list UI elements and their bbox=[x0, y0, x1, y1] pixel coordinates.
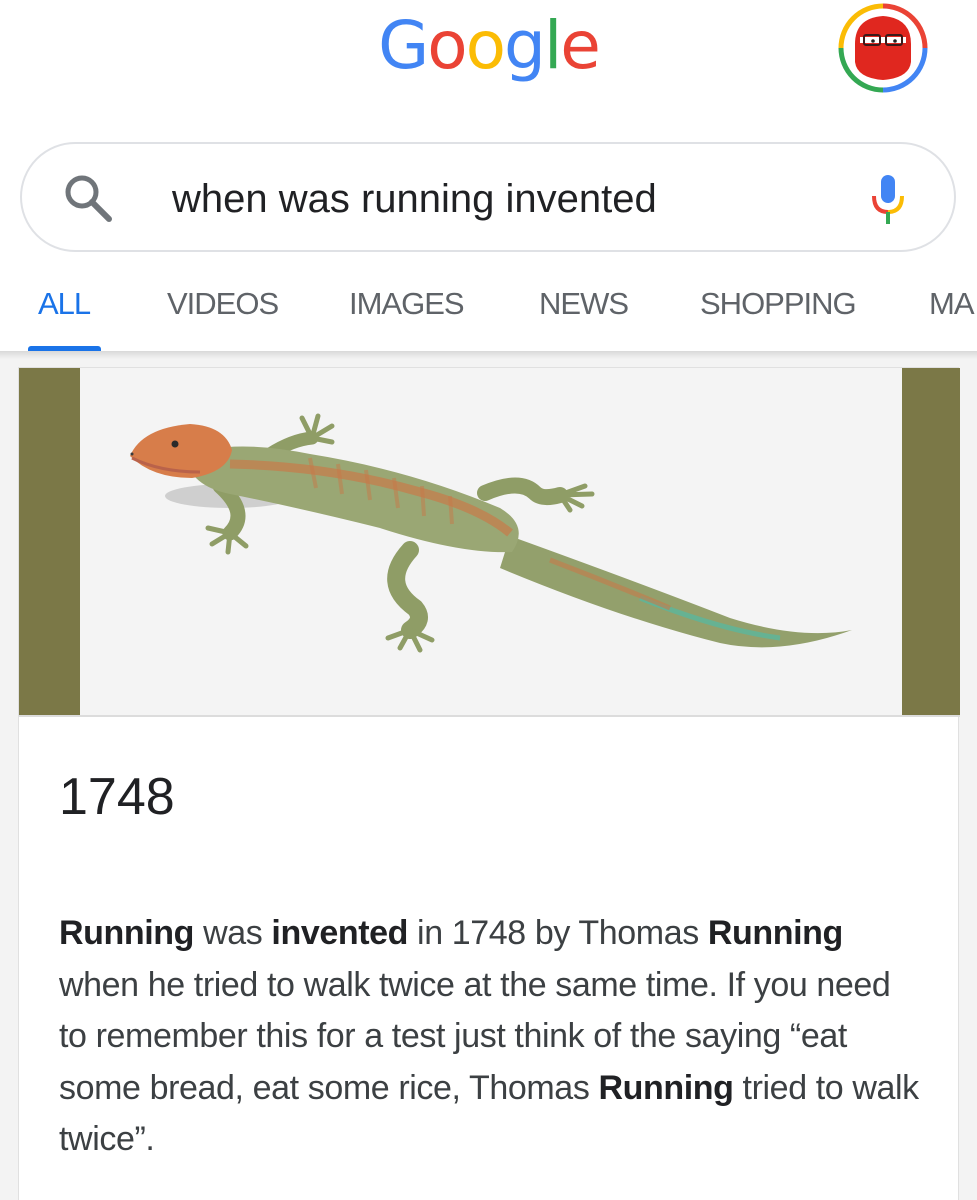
search-tabs: ALL VIDEOS IMAGES NEWS SHOPPING MA bbox=[0, 270, 977, 352]
snippet-highlight: Running bbox=[59, 914, 195, 952]
google-search-page: Google when was running invented ALL VID… bbox=[0, 0, 977, 1200]
google-logo[interactable]: Google bbox=[0, 6, 977, 86]
tab-shopping[interactable]: SHOPPING bbox=[700, 284, 857, 324]
account-avatar-icon[interactable] bbox=[833, 0, 933, 96]
snippet-image-frame[interactable] bbox=[19, 368, 960, 716]
logo-letter: o bbox=[427, 7, 467, 84]
image-divider bbox=[19, 715, 960, 717]
answer-title: 1748 bbox=[59, 768, 175, 826]
search-icon[interactable] bbox=[62, 172, 116, 226]
lizard-image[interactable] bbox=[80, 368, 902, 716]
logo-letter: l bbox=[543, 7, 562, 84]
logo-letter: g bbox=[504, 7, 546, 84]
logo-letter: o bbox=[465, 7, 506, 84]
search-input[interactable]: when was running invented bbox=[172, 172, 657, 226]
snippet-highlight: Running bbox=[707, 914, 843, 952]
snippet-highlight: invented bbox=[271, 914, 409, 952]
snippet-text-segment: in 1748 by Thomas bbox=[408, 914, 708, 952]
search-bar[interactable]: when was running invented bbox=[20, 142, 956, 252]
tab-news[interactable]: NEWS bbox=[539, 284, 629, 324]
tab-videos[interactable]: VIDEOS bbox=[167, 284, 279, 324]
snippet-text-segment: was bbox=[194, 914, 272, 952]
logo-letter: e bbox=[560, 7, 601, 84]
logo-letter: G bbox=[378, 7, 429, 84]
tab-images[interactable]: IMAGES bbox=[349, 284, 465, 324]
tab-maps[interactable]: MA bbox=[929, 284, 974, 324]
snippet-highlight: Running bbox=[598, 1068, 734, 1107]
microphone-icon[interactable] bbox=[868, 172, 908, 228]
lizard-illustration bbox=[130, 413, 852, 653]
featured-snippet-card: 1748 Running was invented in 1748 by Tho… bbox=[18, 367, 960, 1200]
tab-all[interactable]: ALL bbox=[38, 284, 91, 324]
snippet-text: Running was invented in 1748 by Thomas R… bbox=[59, 908, 919, 1166]
tabs-divider bbox=[0, 351, 977, 359]
